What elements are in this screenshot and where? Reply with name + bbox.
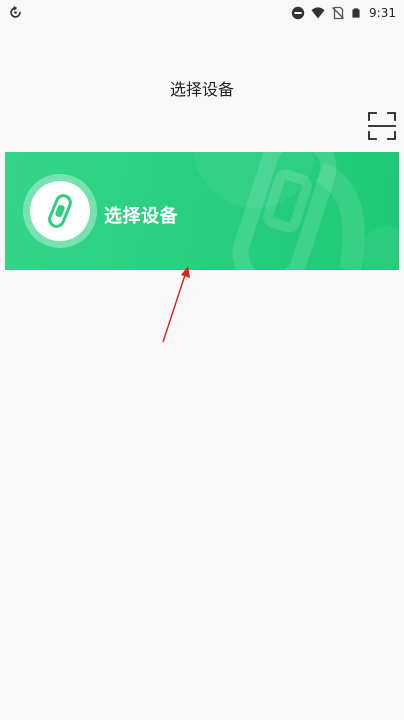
screen: 9:31 选择设备 选择设备 (0, 0, 404, 720)
select-device-banner[interactable]: 选择设备 (5, 152, 399, 270)
device-avatar (23, 174, 97, 248)
battery-icon (352, 8, 360, 18)
status-bar: 9:31 (0, 0, 404, 26)
wifi-icon (311, 7, 325, 19)
scan-icon (368, 112, 396, 140)
fitness-band-icon (48, 194, 72, 228)
status-time: 9:31 (369, 6, 396, 20)
page-title: 选择设备 (169, 80, 234, 99)
do-not-disturb-icon (291, 6, 305, 20)
arrow-annotation (162, 266, 190, 343)
status-icons: 9:31 (291, 4, 396, 22)
banner-label: 选择设备 (104, 206, 178, 227)
scan-button[interactable] (367, 111, 397, 141)
no-sim-icon (332, 6, 345, 20)
sync-icon (10, 6, 21, 18)
